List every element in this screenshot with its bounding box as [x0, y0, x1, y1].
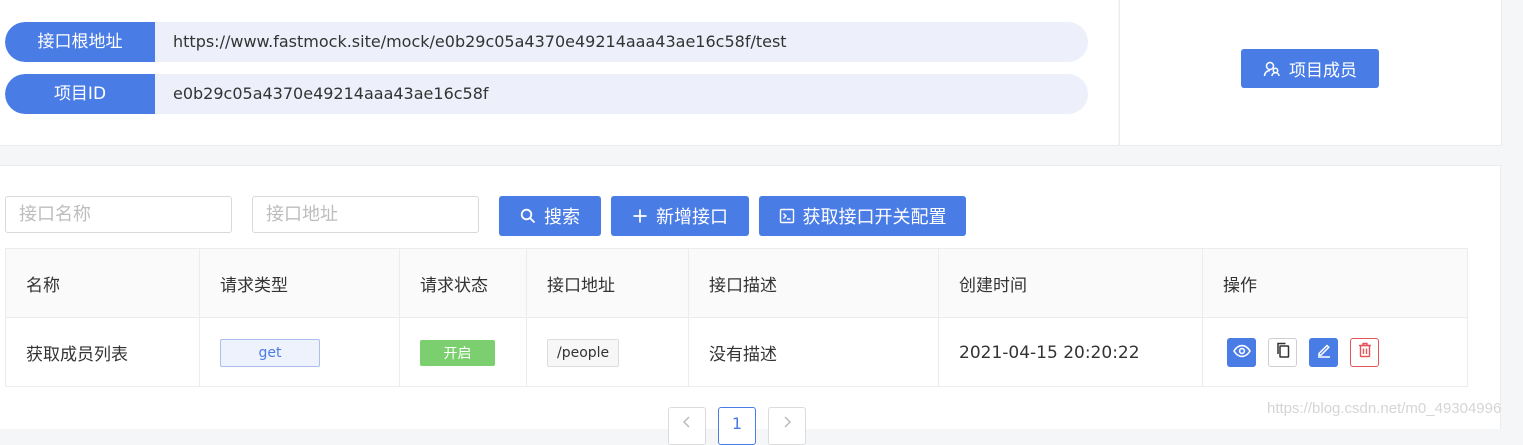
eye-icon	[1232, 343, 1251, 363]
table-header: 名称 请求类型 请求状态 接口地址 接口描述 创建时间 操作	[6, 249, 1467, 318]
column-header: 请求状态	[400, 249, 527, 317]
next-page-button[interactable]	[768, 407, 806, 445]
view-button[interactable]	[1227, 338, 1256, 367]
project-actions-panel: 项目成员	[1119, 0, 1502, 146]
project-members-label: 项目成员	[1289, 61, 1357, 81]
project-id-label: 项目ID	[5, 74, 155, 114]
search-button-label: 搜索	[544, 207, 580, 228]
column-header: 接口地址	[527, 249, 689, 317]
project-id-row: 项目ID e0b29c05a4370e49214aaa43ae16c58f	[5, 74, 1088, 114]
members-icon	[1263, 60, 1281, 78]
pencil-icon	[1316, 342, 1332, 363]
prev-page-button[interactable]	[668, 407, 706, 445]
path-tag: /people	[547, 338, 620, 367]
method-cell: get	[200, 318, 400, 387]
chevron-right-icon	[782, 414, 792, 444]
created-time-cell: 2021-04-15 20:20:22	[939, 318, 1203, 387]
root-url-row: 接口根地址 https://www.fastmock.site/mock/e0b…	[5, 22, 1088, 62]
method-tag: get	[220, 338, 320, 367]
project-id-value: e0b29c05a4370e49214aaa43ae16c58f	[173, 84, 489, 103]
interface-name-cell: 获取成员列表	[6, 318, 200, 387]
chevron-left-icon	[682, 414, 692, 444]
plus-icon	[632, 208, 648, 224]
description-cell: 没有描述	[689, 318, 939, 387]
column-header: 请求类型	[200, 249, 400, 317]
page-number: 1	[731, 414, 743, 433]
interface-path-input[interactable]	[252, 196, 479, 233]
root-url-label: 接口根地址	[5, 22, 155, 62]
search-button[interactable]: 搜索	[499, 196, 601, 236]
table-row: 获取成员列表 get 开启 /people 没有描述 2021-04-15 20…	[6, 318, 1467, 387]
search-icon	[520, 208, 536, 224]
edit-button[interactable]	[1309, 338, 1338, 367]
column-header: 创建时间	[939, 249, 1203, 317]
path-cell: /people	[527, 318, 689, 387]
trash-icon	[1358, 342, 1372, 363]
actions-cell	[1203, 318, 1467, 387]
delete-button[interactable]	[1350, 338, 1379, 367]
get-switch-config-button[interactable]: 获取接口开关配置	[759, 196, 966, 236]
status-badge: 开启	[420, 339, 495, 366]
project-info-panel: 接口根地址 https://www.fastmock.site/mock/e0b…	[0, 0, 1118, 146]
page-number-button[interactable]: 1	[718, 407, 756, 445]
add-interface-label: 新增接口	[656, 207, 728, 228]
column-header: 操作	[1223, 275, 1257, 296]
column-header: 接口描述	[689, 249, 939, 317]
column-header: 名称	[6, 249, 200, 317]
copy-icon	[1276, 342, 1290, 363]
interface-table: 名称 请求类型 请求状态 接口地址 接口描述 创建时间 操作 获取成员列表 ge…	[5, 248, 1468, 387]
terminal-icon	[779, 208, 795, 224]
add-interface-button[interactable]: 新增接口	[611, 196, 749, 236]
status-cell: 开启	[400, 318, 527, 387]
watermark: https://blog.csdn.net/m0_49304996	[1267, 400, 1502, 417]
project-members-button[interactable]: 项目成员	[1241, 49, 1379, 88]
root-url-value: https://www.fastmock.site/mock/e0b29c05a…	[173, 32, 787, 51]
interface-name-input[interactable]	[5, 196, 232, 233]
get-switch-config-label: 获取接口开关配置	[802, 207, 947, 228]
copy-button[interactable]	[1268, 338, 1297, 367]
